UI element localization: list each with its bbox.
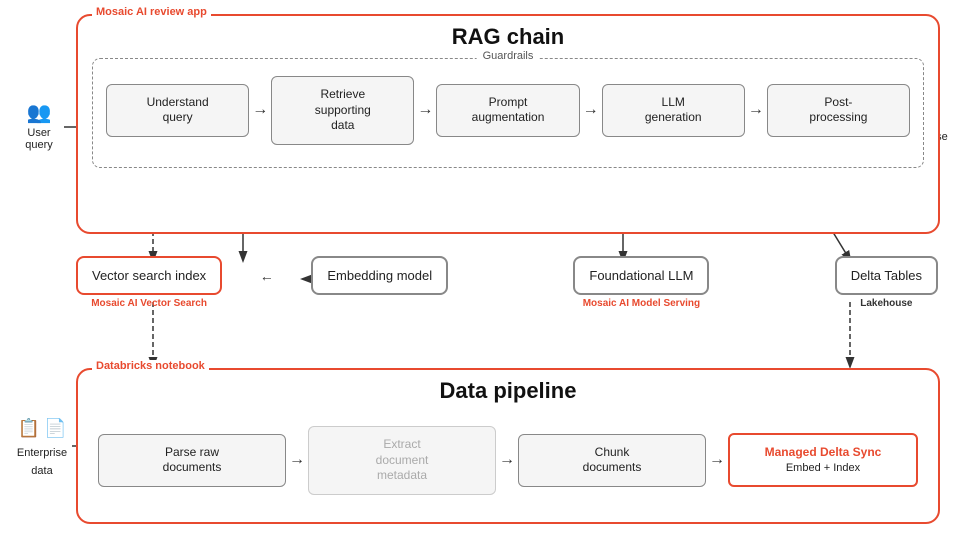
vector-search-group: Vector search index Mosaic AI Vector Sea… xyxy=(76,256,222,309)
dp-arrow-1: → xyxy=(286,451,308,469)
managed-delta-sub: Embed + Index xyxy=(738,461,908,475)
arrow-1: → xyxy=(249,101,271,119)
dp-step-extract: Extractdocumentmetadata xyxy=(308,426,496,495)
dp-step-chunk: Chunkdocuments xyxy=(518,434,706,487)
user-icon: 👥 xyxy=(10,100,68,125)
pipeline-steps: Understandquery → Retrievesupportingdata… xyxy=(106,76,910,145)
delta-sublabel: Lakehouse xyxy=(860,298,912,309)
dp-steps: Parse rawdocuments → Extractdocumentmeta… xyxy=(98,426,918,495)
emb-arrow-group: ← xyxy=(260,256,274,284)
dp-title: Data pipeline xyxy=(78,378,938,404)
dp-arrow-3: → xyxy=(706,451,728,469)
dp-notebook-label: Databricks notebook xyxy=(92,360,209,372)
dp-step-parse: Parse rawdocuments xyxy=(98,434,286,487)
middle-row: Vector search index Mosaic AI Vector Sea… xyxy=(76,256,938,309)
guardrails-label: Guardrails xyxy=(477,50,540,62)
foundational-group: Foundational LLM Mosaic AI Model Serving xyxy=(573,256,709,309)
vector-search-sublabel: Mosaic AI Vector Search xyxy=(91,298,207,309)
embedding-box: Embedding model xyxy=(311,256,448,295)
step-post-proc: Post-processing xyxy=(767,84,910,137)
dp-step-managed: Managed Delta Sync Embed + Index xyxy=(728,433,918,487)
arrow-3: → xyxy=(580,101,602,119)
foundational-sublabel: Mosaic AI Model Serving xyxy=(583,298,700,309)
vector-search-label: Vector search index xyxy=(92,268,206,283)
doc-icon-2: 📄 xyxy=(44,418,66,439)
diagram: 👥 User query 👥 Response to user Mosaic A… xyxy=(0,0,960,540)
enterprise-data: 📋 📄 Enterprise data xyxy=(8,418,76,479)
dp-arrow-2: → xyxy=(496,451,518,469)
arrow-4: → xyxy=(745,101,767,119)
embedding-label: Embedding model xyxy=(327,268,432,283)
rag-chain-box: Mosaic AI review app RAG chain Guardrail… xyxy=(76,14,940,234)
user-query: 👥 User query xyxy=(10,100,68,151)
data-pipeline-box: Databricks notebook Data pipeline Parse … xyxy=(76,368,940,524)
vector-search-box: Vector search index xyxy=(76,256,222,295)
rag-title: RAG chain xyxy=(78,24,938,50)
step-prompt-aug: Promptaugmentation xyxy=(436,84,579,137)
step-retrieve-data: Retrievesupportingdata xyxy=(271,76,414,145)
delta-tables-box: Delta Tables xyxy=(835,256,938,295)
doc-icon-1: 📋 xyxy=(18,418,40,439)
enterprise-label: Enterprise data xyxy=(17,447,67,477)
managed-delta-title: Managed Delta Sync xyxy=(738,445,908,461)
step-llm-gen: LLMgeneration xyxy=(602,84,745,137)
step-understand-query: Understandquery xyxy=(106,84,249,137)
arrow-2: → xyxy=(414,101,436,119)
rag-app-label: Mosaic AI review app xyxy=(92,6,211,18)
delta-tables-label: Delta Tables xyxy=(851,268,922,283)
foundational-box: Foundational LLM xyxy=(573,256,709,295)
delta-tables-group: Delta Tables Lakehouse xyxy=(835,256,938,309)
foundational-label: Foundational LLM xyxy=(589,268,693,283)
user-query-label: User query xyxy=(25,127,53,151)
enterprise-icons: 📋 📄 xyxy=(8,418,76,439)
embedding-group: Embedding model xyxy=(311,256,448,295)
emb-left-arrow: ← xyxy=(260,268,274,284)
